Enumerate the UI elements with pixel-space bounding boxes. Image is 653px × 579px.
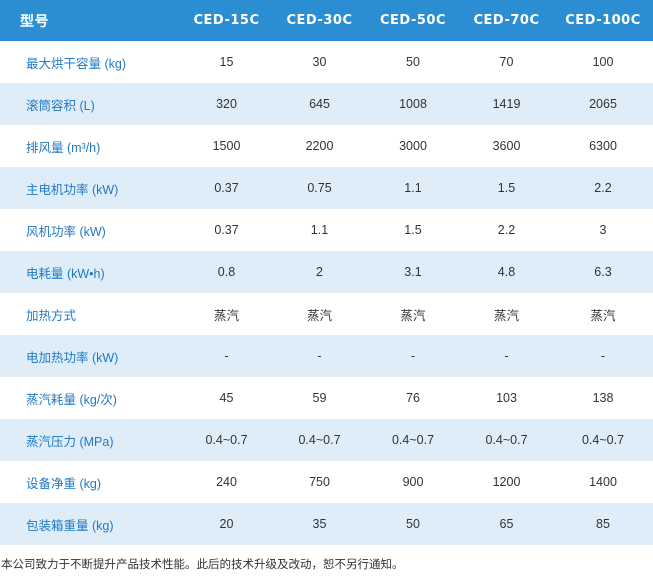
table-cell: 3 [599,223,607,237]
table-cell: 50 [406,517,420,531]
row-label: 最大烘干容量 (kg) [26,56,127,71]
table-cell: 2.2 [594,181,612,195]
table-cell: 0.75 [307,181,332,195]
table-cell: 1.5 [497,181,516,195]
table-cell: 1419 [492,97,521,111]
header-ced-70c: CED-70C [473,13,540,28]
table-cell: 1008 [399,97,427,111]
table-cell: 1.5 [404,223,422,237]
table-cell: 1400 [589,475,617,489]
row-label: 蒸汽耗量 (kg/次) [26,392,117,407]
table-cell: 320 [216,97,237,111]
table-cell: 0.8 [217,265,236,279]
table-cell: 0.37 [214,223,239,237]
table-cell: 3000 [399,139,427,153]
table-cell: 3600 [492,139,521,153]
row-label: 蒸汽压力 (MPa) [26,434,114,449]
table-row: 设备净重 (kg) 240 750 900 1200 1400 [0,461,653,503]
table-cell: 0.4~0.7 [205,433,248,447]
table-cell: 138 [592,391,614,405]
footnote: 本公司致力于不断提升产品技术性能。此后的技术升级及改动，恕不另行通知。 [1,557,404,571]
table-cell: - [224,349,229,363]
table-row: 加热方式 蒸汽 蒸汽 蒸汽 蒸汽 蒸汽 [0,293,653,335]
table-cell: - [600,349,606,363]
table-cell: - [410,349,416,363]
table-cell: 85 [596,517,610,531]
table-cell: 1.1 [310,223,329,237]
row-label: 风机功率 (kW) [26,224,106,239]
table-cell: 70 [499,55,514,69]
table-cell: 1200 [492,475,521,489]
row-label: 电耗量 (kW•h) [26,266,105,281]
table-cell: - [504,349,509,363]
table-cell: 45 [219,391,234,405]
table-cell: 0.4~0.7 [391,433,435,447]
table-header-row: 型号 CED-15C CED-30C CED-50C CED-70C CED-1… [0,0,653,41]
table-cell: 1.1 [404,181,422,195]
table-cell: 0.37 [214,181,239,195]
table-cell: 2065 [589,97,617,111]
table-cell: 蒸汽 [493,308,519,323]
row-label: 排风量 (m³/h) [26,140,101,155]
table-row: 主电机功率 (kW) 0.37 0.75 1.1 1.5 2.2 [0,167,653,209]
table-row: 最大烘干容量 (kg) 15 30 50 70 100 [0,41,653,83]
table-cell: 3.1 [404,265,422,279]
row-label: 主电机功率 (kW) [26,182,119,197]
table-row: 蒸汽压力 (MPa) 0.4~0.7 0.4~0.7 0.4~0.7 0.4~0… [0,419,653,461]
row-label: 设备净重 (kg) [26,476,102,491]
table-cell: 645 [309,97,330,111]
table-cell: 50 [406,55,420,69]
table-cell: 20 [219,517,234,531]
row-label: 加热方式 [26,308,77,323]
table-cell: 2200 [305,139,334,153]
header-ced-50c: CED-50C [380,13,446,28]
table-cell: 0.4~0.7 [581,433,625,447]
table-cell: 100 [592,55,614,69]
spec-table: 型号 CED-15C CED-30C CED-50C CED-70C CED-1… [0,0,653,545]
table-cell: 76 [406,391,420,405]
table-cell: 0.4~0.7 [485,433,528,447]
table-cell: 900 [402,475,424,489]
table-cell: 2 [316,265,323,279]
table-row: 电耗量 (kW•h) 0.8 2 3.1 4.8 6.3 [0,251,653,293]
table-row: 排风量 (m³/h) 1500 2200 3000 3600 6300 [0,125,653,167]
table-cell: - [317,349,322,363]
table-cell: 蒸汽 [590,308,616,323]
table-row: 蒸汽耗量 (kg/次) 45 59 76 103 138 [0,377,653,419]
table-cell: 65 [499,517,514,531]
table-cell: 240 [216,475,237,489]
table-cell: 1500 [212,139,241,153]
row-label: 滚筒容积 (L) [26,98,95,113]
table-row: 风机功率 (kW) 0.37 1.1 1.5 2.2 3 [0,209,653,251]
table-cell: 蒸汽 [213,308,239,323]
table-row: 滚筒容积 (L) 320 645 1008 1419 2065 [0,83,653,125]
table-row: 电加热功率 (kW) - - - - - [0,335,653,377]
table-cell: 103 [496,391,517,405]
table-cell: 4.8 [497,265,516,279]
row-label: 包装箱重量 (kg) [26,518,114,533]
table-row: 包装箱重量 (kg) 20 35 50 65 85 [0,503,653,545]
row-label: 电加热功率 (kW) [26,350,119,365]
table-cell: 15 [219,55,234,69]
table-cell: 35 [312,517,327,531]
header-ced-30c: CED-30C [286,13,353,28]
table-cell: 6300 [589,139,617,153]
header-ced-15c: CED-15C [193,13,260,28]
table-cell: 2.2 [497,223,516,237]
table-cell: 59 [312,391,327,405]
table-cell: 蒸汽 [306,308,332,323]
table-cell: 蒸汽 [400,308,426,323]
header-model: 型号 [20,13,49,30]
table-cell: 30 [312,55,327,69]
table-cell: 0.4~0.7 [298,433,341,447]
table-cell: 6.3 [594,265,612,279]
table-cell: 750 [309,475,330,489]
header-ced-100c: CED-100C [565,13,641,28]
